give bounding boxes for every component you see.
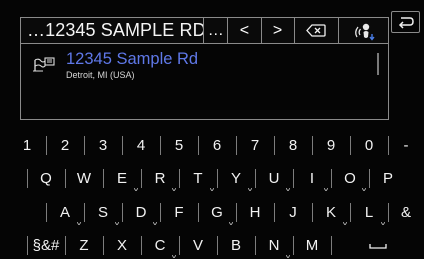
key-x[interactable]: X (103, 232, 141, 259)
search-bar: …12345 SAMPLE RD … < > (20, 17, 389, 44)
accent-indicator-icon (381, 222, 385, 225)
key-u[interactable]: U (255, 165, 293, 192)
key-7[interactable]: 7 (236, 132, 274, 159)
search-input[interactable]: …12345 SAMPLE RD (21, 17, 203, 44)
key-y[interactable]: Y (217, 165, 255, 192)
key-9[interactable]: 9 (312, 132, 350, 159)
key-k[interactable]: K (312, 199, 350, 226)
key-symbols[interactable]: §&# (27, 232, 65, 259)
key-t-label: T (193, 170, 203, 187)
keyboard-row-numbers: 1 2 3 4 5 6 7 8 9 0 - (0, 132, 424, 159)
accent-indicator-icon (324, 188, 328, 191)
key-a[interactable]: A (46, 199, 84, 226)
key-q[interactable]: Q (27, 165, 65, 192)
key-e-label: E (116, 170, 127, 187)
key-n[interactable]: N (255, 232, 293, 259)
key-a-label: A (59, 204, 70, 221)
cursor-right-button[interactable]: > (262, 18, 294, 43)
accent-indicator-icon (77, 222, 81, 225)
key-c-label: C (154, 237, 166, 254)
key-i-label: I (309, 170, 315, 187)
list-item[interactable]: 12345 Sample Rd Detroit, MI (USA) (21, 46, 371, 84)
key-4[interactable]: 4 (122, 132, 160, 159)
accent-indicator-icon (134, 188, 138, 191)
accent-indicator-icon (286, 255, 290, 258)
key-z[interactable]: Z (65, 232, 103, 259)
key-f[interactable]: F (160, 199, 198, 226)
accent-indicator-icon (210, 188, 214, 191)
keyboard-row-zxcv: §&# Z X C V B N M (0, 232, 424, 259)
key-o[interactable]: O (331, 165, 369, 192)
backspace-icon (306, 24, 327, 37)
key-e[interactable]: E (103, 165, 141, 192)
key-6[interactable]: 6 (198, 132, 236, 159)
key-h[interactable]: H (236, 199, 274, 226)
key-8[interactable]: 8 (274, 132, 312, 159)
key-d-label: D (135, 204, 147, 221)
keyboard-row-qwerty: Q W E R T Y U I O P (0, 165, 424, 192)
key-g-label: G (211, 204, 223, 221)
space-bar-icon (368, 243, 387, 249)
accent-indicator-icon (153, 222, 157, 225)
key-i[interactable]: I (293, 165, 331, 192)
accent-indicator-icon (343, 222, 347, 225)
key-l[interactable]: L (350, 199, 388, 226)
key-r-label: R (154, 170, 166, 187)
key-u-label: U (268, 170, 280, 187)
voice-input-button[interactable] (339, 18, 388, 43)
space-key[interactable] (331, 232, 424, 259)
key-c[interactable]: C (141, 232, 179, 259)
result-address: Detroit, MI (USA) (66, 70, 135, 80)
scrollbar[interactable] (377, 53, 379, 75)
key-l-label: L (364, 204, 374, 221)
key-t[interactable]: T (179, 165, 217, 192)
backspace-button[interactable] (295, 18, 339, 43)
key-d[interactable]: D (122, 199, 160, 226)
key-n-label: N (268, 237, 280, 254)
key-m[interactable]: M (293, 232, 331, 259)
accent-indicator-icon (362, 188, 366, 191)
key-k-label: K (325, 204, 336, 221)
result-name: 12345 Sample Rd (66, 50, 199, 68)
key-3[interactable]: 3 (84, 132, 122, 159)
key-w[interactable]: W (65, 165, 103, 192)
key-s-label: S (97, 204, 108, 221)
key-o-label: O (344, 170, 356, 187)
back-button[interactable] (391, 11, 420, 33)
key-5[interactable]: 5 (160, 132, 198, 159)
accent-indicator-icon (172, 188, 176, 191)
keyboard-row-asdf: A S D F G H J K L & (0, 199, 424, 226)
key-0[interactable]: 0 (350, 132, 388, 159)
key-s[interactable]: S (84, 199, 122, 226)
key-y-label: Y (230, 170, 241, 187)
key-g[interactable]: G (198, 199, 236, 226)
cursor-left-button[interactable]: < (228, 18, 260, 43)
key-ampersand[interactable]: & (388, 199, 424, 226)
key-v[interactable]: V (179, 232, 217, 259)
search-overflow-indicator: … (207, 22, 224, 39)
key-p[interactable]: P (369, 165, 407, 192)
key-j[interactable]: J (274, 199, 312, 226)
address-flag-icon (33, 57, 55, 72)
key-r[interactable]: R (141, 165, 179, 192)
accent-indicator-icon (115, 222, 119, 225)
voice-input-icon (354, 23, 375, 41)
back-arrow-icon (398, 16, 414, 29)
key-b[interactable]: B (217, 232, 255, 259)
accent-indicator-icon (286, 188, 290, 191)
key-2[interactable]: 2 (46, 132, 84, 159)
accent-indicator-icon (248, 188, 252, 191)
key-1[interactable]: 1 (8, 132, 46, 159)
accent-indicator-icon (172, 255, 176, 258)
accent-indicator-icon (229, 222, 233, 225)
search-input-text: …12345 SAMPLE RD (27, 20, 204, 40)
results-list: 12345 Sample Rd Detroit, MI (USA) (20, 44, 389, 120)
key-hyphen[interactable]: - (388, 132, 424, 159)
